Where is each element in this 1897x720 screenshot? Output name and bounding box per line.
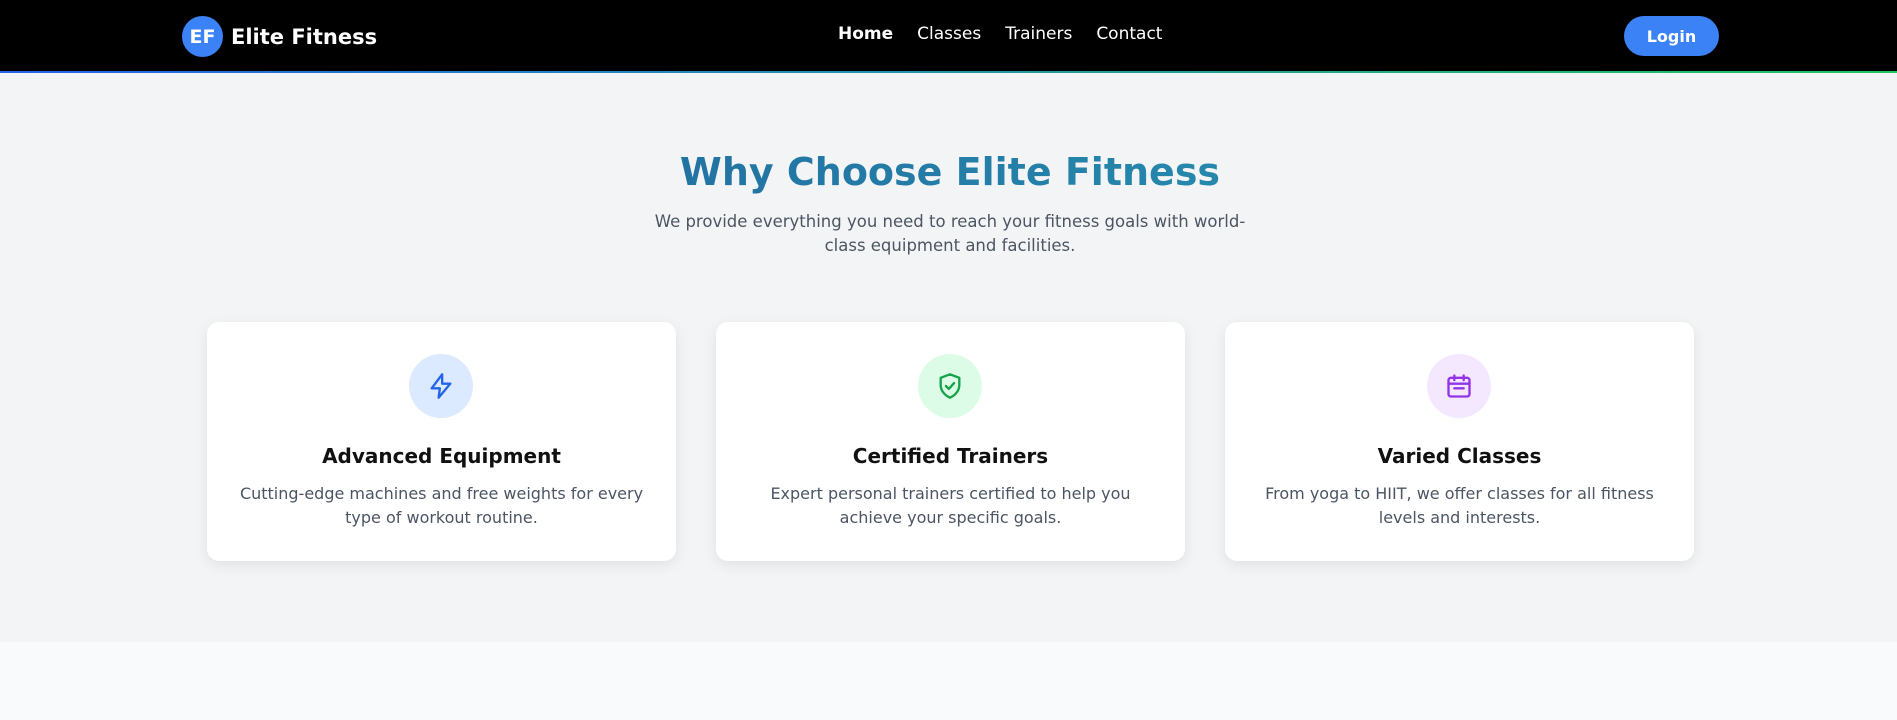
feature-card-trainers: Certified Trainers Expert personal train… bbox=[716, 322, 1185, 561]
section-subtitle: We provide everything you need to reach … bbox=[654, 212, 1246, 255]
navbar: EF Elite Fitness Home Classes Trainers C… bbox=[0, 0, 1897, 73]
feature-description: From yoga to HIIT, we offer classes for … bbox=[1265, 484, 1654, 527]
feature-description: Expert personal trainers certified to he… bbox=[770, 484, 1131, 527]
brand-badge: EF bbox=[182, 16, 223, 57]
shield-check-icon bbox=[918, 354, 982, 418]
feature-card-equipment: Advanced Equipment Cutting-edge machines… bbox=[207, 322, 676, 561]
next-section-band bbox=[0, 642, 1897, 720]
brand-name: Elite Fitness bbox=[231, 24, 378, 49]
nav-link-home[interactable]: Home bbox=[838, 24, 893, 44]
lightning-icon bbox=[409, 354, 473, 418]
nav-link-contact[interactable]: Contact bbox=[1096, 24, 1162, 44]
feature-card-classes: Varied Classes From yoga to HIIT, we off… bbox=[1225, 322, 1694, 561]
nav-link-trainers[interactable]: Trainers bbox=[1005, 24, 1072, 44]
brand-logo[interactable]: EF Elite Fitness bbox=[182, 16, 377, 57]
navbar-accent-line bbox=[0, 71, 1897, 73]
calendar-icon bbox=[1427, 354, 1491, 418]
login-button[interactable]: Login bbox=[1624, 16, 1719, 56]
feature-title: Advanced Equipment bbox=[322, 444, 561, 468]
main-nav: Home Classes Trainers Contact bbox=[838, 24, 1162, 44]
section-title: Why Choose Elite Fitness bbox=[0, 150, 1897, 194]
feature-title: Certified Trainers bbox=[852, 444, 1049, 468]
feature-cards: Advanced Equipment Cutting-edge machines… bbox=[207, 322, 1694, 561]
feature-title: Varied Classes bbox=[1377, 444, 1542, 468]
nav-link-classes[interactable]: Classes bbox=[917, 24, 981, 44]
feature-description: Cutting-edge machines and free weights f… bbox=[239, 484, 644, 527]
